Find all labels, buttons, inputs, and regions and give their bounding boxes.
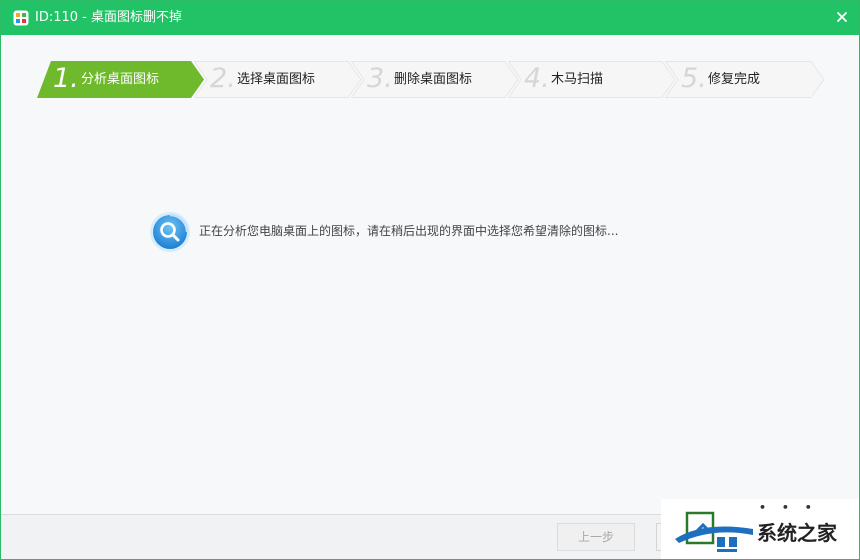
step-select[interactable]: 2. 选择桌面图标	[194, 61, 362, 98]
previous-step-button[interactable]: 上一步	[557, 523, 635, 551]
step-number: 3.	[367, 63, 393, 94]
search-icon	[150, 212, 190, 252]
status-message: 正在分析您电脑桌面上的图标，请在稍后出现的界面中选择您希望清除的图标...	[199, 224, 619, 238]
step-label: 选择桌面图标	[237, 72, 316, 87]
app-window: ID:110 - 桌面图标删不掉 1. 分析桌面图标 2. 选择桌面图标 3. …	[0, 0, 860, 560]
step-number: 5.	[681, 63, 707, 94]
close-icon	[837, 12, 847, 22]
step-repair-complete[interactable]: 5. 修复完成	[665, 61, 825, 98]
step-number: 1.	[53, 63, 79, 94]
title-bar[interactable]: ID:110 - 桌面图标删不掉	[1, 1, 859, 35]
window-title: ID:110 - 桌面图标删不掉	[35, 10, 182, 25]
step-number: 4.	[524, 63, 550, 94]
close-button[interactable]	[831, 6, 853, 28]
step-label: 修复完成	[708, 72, 761, 87]
step-label: 分析桌面图标	[81, 72, 160, 87]
step-analyze[interactable]: 1. 分析桌面图标	[37, 61, 205, 98]
step-label: 木马扫描	[551, 72, 604, 87]
house-logo-icon	[675, 511, 753, 552]
step-label: 删除桌面图标	[394, 72, 473, 87]
step-delete[interactable]: 3. 删除桌面图标	[351, 61, 519, 98]
watermark-text: 系统之家	[757, 521, 837, 545]
wizard-steps: 1. 分析桌面图标 2. 选择桌面图标 3. 删除桌面图标 4. 木马扫描 5.…	[37, 61, 827, 99]
watermark: • • • 系统之家	[661, 499, 859, 559]
watermark-dots: • • •	[759, 501, 818, 514]
step-number: 2.	[210, 63, 236, 94]
step-trojan-scan[interactable]: 4. 木马扫描	[508, 61, 676, 98]
app-logo-icon	[13, 10, 29, 26]
